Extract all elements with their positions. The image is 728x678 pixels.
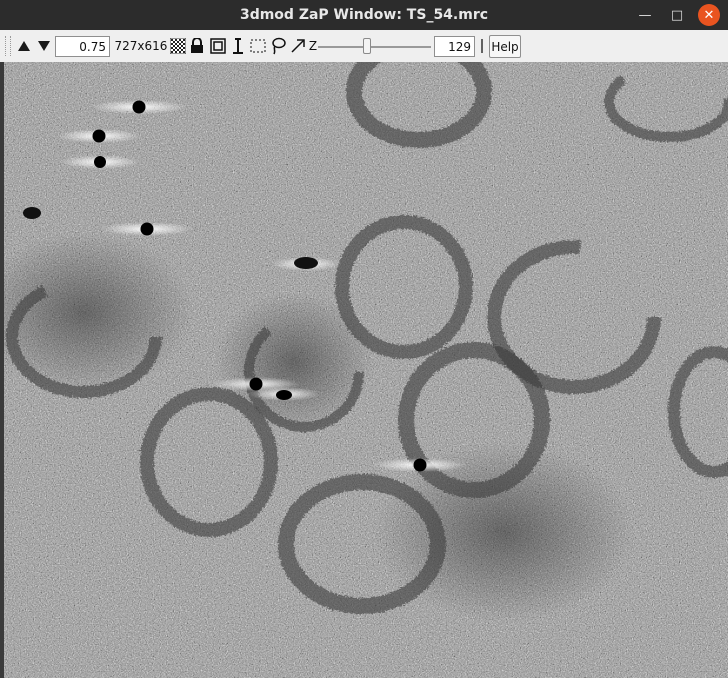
insert-point-icon[interactable] (229, 36, 247, 56)
up-arrow-icon[interactable] (16, 35, 32, 57)
interpolation-icon[interactable] (170, 37, 186, 55)
z-stepper[interactable] (478, 37, 486, 55)
minimize-icon[interactable]: — (634, 4, 656, 26)
title-bar: 3dmod ZaP Window: TS_54.mrc — □ ✕ (0, 0, 728, 30)
rubberband-icon[interactable] (249, 37, 267, 55)
zoom-field[interactable]: 0.75 (55, 36, 110, 57)
maximize-icon[interactable]: □ (666, 4, 688, 26)
image-size-label: 727x616 (114, 39, 168, 53)
center-icon[interactable] (209, 37, 227, 55)
image-view[interactable] (4, 62, 728, 678)
z-slider-track[interactable] (318, 46, 431, 48)
close-icon[interactable]: ✕ (698, 4, 720, 26)
lock-icon[interactable] (189, 36, 205, 56)
tomogram-slice[interactable] (4, 62, 728, 678)
window-title: 3dmod ZaP Window: TS_54.mrc (239, 7, 489, 23)
help-button[interactable]: Help (489, 35, 521, 58)
z-slider-handle[interactable] (363, 38, 371, 54)
down-arrow-icon[interactable] (36, 35, 52, 57)
lasso-icon[interactable] (269, 36, 287, 56)
toolbar-grip[interactable] (5, 36, 11, 56)
arrow-icon[interactable] (289, 36, 307, 56)
z-field[interactable]: 129 (434, 36, 475, 57)
